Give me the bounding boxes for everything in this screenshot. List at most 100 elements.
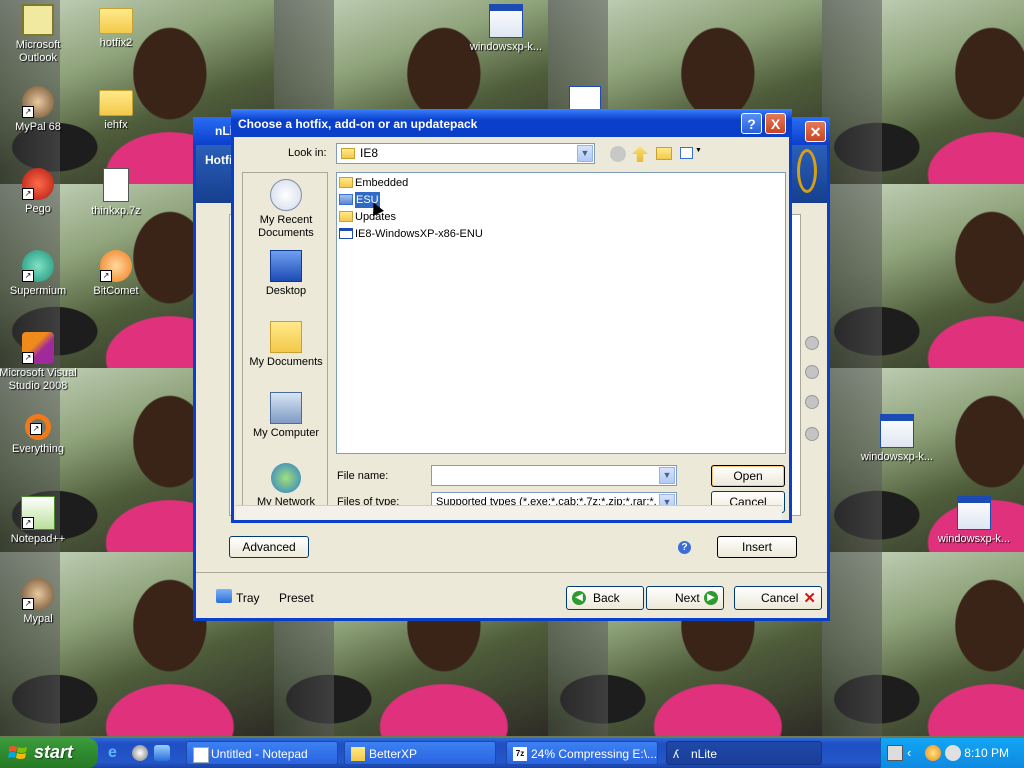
preset-link[interactable]: Preset [279,591,314,605]
desktop-icon-label: windowsxp-k... [860,451,934,463]
desktop-icon-notepadpp[interactable]: ↗ Notepad++ [0,496,78,546]
7zip-icon: 7z [513,747,527,761]
application-icon[interactable] [569,86,601,110]
remove-icon[interactable] [805,427,819,441]
chevron-down-icon: ▼ [577,145,593,162]
desktop-icon-mypal68[interactable]: ↗ MyPal 68 [0,86,78,134]
places-my-network[interactable]: My Network [243,463,329,509]
desktop-icon-hotfix2[interactable]: hotfix2 [76,4,156,50]
desktop-icon-visual-studio[interactable]: ↗ Microsoft Visual Studio 2008 [0,332,78,393]
internet-explorer-icon[interactable]: e [108,745,124,761]
tray-icon[interactable] [216,589,232,603]
application-icon [957,496,991,530]
mypal-icon: ↗ [22,578,54,610]
folder-icon [339,177,353,188]
start-label: start [34,742,74,762]
task-nlite[interactable]: ʎ nLite [666,741,822,765]
task-label: nLite [691,747,718,761]
speaker-icon[interactable] [945,745,961,761]
desktop-icon-label: windowsxp-k... [937,533,1011,545]
dialog-title-bar: Choose a hotfix, add-on or an updatepack… [231,109,792,137]
my-documents-icon [270,321,302,353]
places-bar: My Recent Documents Desktop My Documents… [242,172,328,508]
task-7zip[interactable]: 7z 24% Compressing E:\... [506,741,658,765]
nlite-close-button[interactable]: ✕ [805,121,826,142]
show-desktop-icon[interactable] [154,745,170,761]
desktop-icon-outlook[interactable]: Microsoft Outlook [0,4,78,65]
place-label: My Computer [252,427,320,439]
desktop-icon-windowsxp-k-3[interactable]: windowsxp-k... [934,496,1014,546]
desktop-icon-windowsxp-k-1[interactable]: windowsxp-k... [466,4,546,54]
system-tray: ‹ 8:10 PM [880,738,1024,768]
taskbar: start e Untitled - Notepad BetterXP 7z 2… [0,738,1024,768]
divider [196,572,827,573]
nlite-icon: ʎ [673,747,679,761]
nlite-logo-icon [797,149,817,193]
tray-link[interactable]: Tray [236,591,260,605]
file-name-label: File name: [337,470,389,482]
back-button[interactable]: ◀ Back [566,586,644,610]
wallpaper-tile [822,552,1024,736]
place-label: My Documents [249,356,323,368]
dialog-title: Choose a hotfix, add-on or an updatepack [238,117,478,131]
look-in-dropdown[interactable]: IE8 ▼ [336,143,595,164]
chevron-left-icon[interactable]: ‹ [907,745,923,761]
back-nav-icon[interactable] [610,146,626,162]
view-menu-icon[interactable]: ▼ [680,147,702,160]
file-name-input[interactable]: ▼ [431,465,677,486]
help-icon[interactable]: ? [678,541,691,554]
desktop-icon-mypal[interactable]: ↗ Mypal [0,578,78,626]
dialog-help-button[interactable]: ? [741,113,762,134]
desktop-icon-label: Mypal [23,613,53,625]
task-notepad[interactable]: Untitled - Notepad [186,741,338,765]
desktop-icon-bitcomet[interactable]: ↗ BitComet [76,250,156,298]
open-button[interactable]: Open [711,465,785,487]
advanced-button[interactable]: Advanced [229,536,309,558]
horizontal-scrollbar[interactable] [236,505,782,520]
desktop-icon-supermium[interactable]: ↗ Supermium [0,250,78,298]
file-list[interactable]: Embedded ESU Updates IE8-WindowsXP-x86-E… [336,172,786,454]
desktop-icon-label: Microsoft Outlook [15,39,61,64]
insert-button[interactable]: Insert [717,536,797,558]
sort-icon[interactable] [805,395,819,409]
everything-icon: ↗ [25,414,51,440]
places-desktop[interactable]: Desktop [243,250,329,298]
nlite-header-title: Hotfi [205,153,233,167]
tray-app-icon[interactable] [925,745,941,761]
desktop-icon-iehfx[interactable]: iehfx [76,86,156,132]
look-in-value: IE8 [360,146,379,160]
desktop-icon-everything[interactable]: ↗ Everything [0,414,78,456]
move-down-icon[interactable] [805,365,819,379]
dialog-close-button[interactable]: X [765,113,786,134]
up-folder-icon[interactable] [632,146,648,162]
windows-logo-icon [8,746,27,759]
desktop-icon-thinkxp[interactable]: thinkxp.7z [76,168,156,218]
nlite-cancel-button[interactable]: Cancel ✕ [734,586,822,610]
keyboard-icon[interactable] [887,745,903,761]
desktop-icon-pego[interactable]: ↗ Pego [0,168,78,216]
desktop-icon-label: thinkxp.7z [91,205,141,217]
new-folder-icon[interactable] [656,147,672,160]
task-betterxp[interactable]: BetterXP [344,741,496,765]
start-button[interactable]: start [0,738,98,768]
media-player-icon[interactable] [132,745,148,761]
places-my-computer[interactable]: My Computer [243,392,329,440]
notepadpp-icon: ↗ [21,496,55,530]
desktop-icon-label: BitComet [93,285,139,297]
folder-icon [99,8,133,34]
desktop-icon-windowsxp-k-2[interactable]: windowsxp-k... [857,414,937,464]
outlook-icon [22,4,54,36]
next-button[interactable]: Next ▶ [646,586,724,610]
arrow-left-icon: ◀ [572,591,586,605]
desktop-icon-label: windowsxp-k... [469,41,543,53]
wallpaper-tile [822,0,1024,184]
move-up-icon[interactable] [805,336,819,350]
places-recent-documents[interactable]: My Recent Documents [243,179,329,240]
recent-documents-icon [270,179,302,211]
mypal-icon: ↗ [22,86,54,118]
places-my-documents[interactable]: My Documents [243,321,329,369]
visual-studio-icon: ↗ [22,332,54,364]
desktop-icon-label: Notepad++ [10,533,66,545]
clock: 8:10 PM [964,746,1009,760]
task-label: Untitled - Notepad [211,747,308,761]
